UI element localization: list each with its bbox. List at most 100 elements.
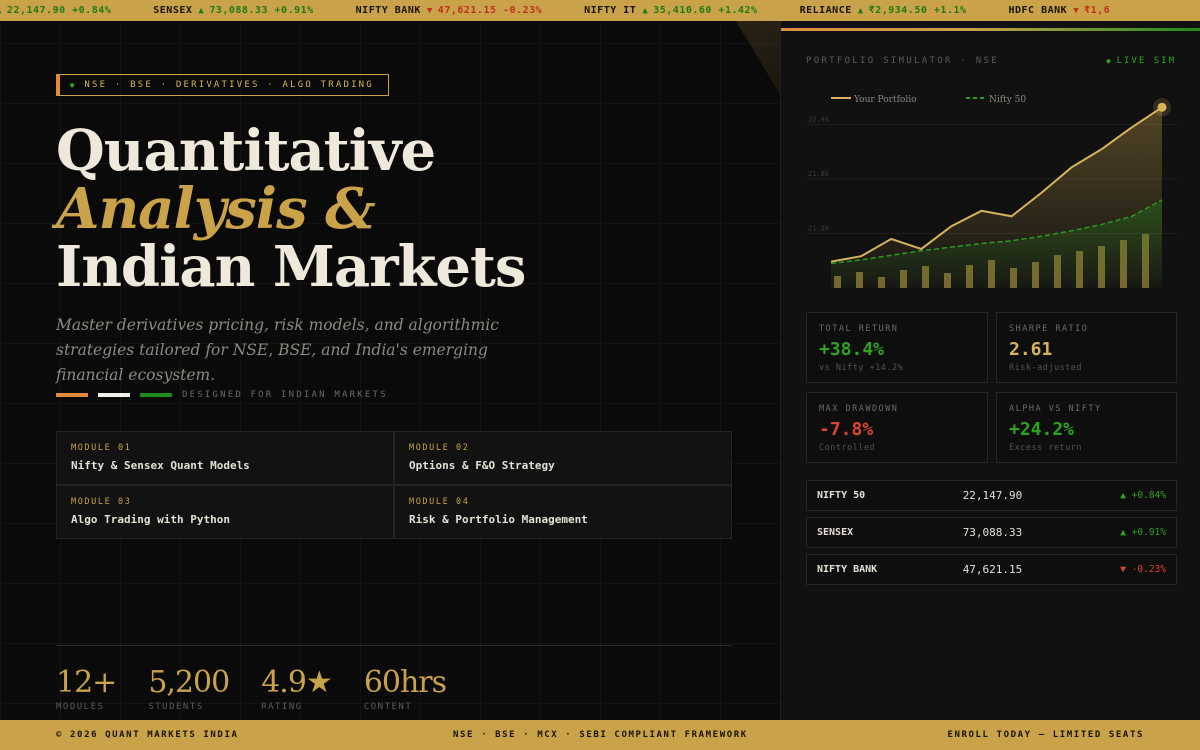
ticker-value: 73,088.33 <box>209 5 268 16</box>
india-flag-line: DESIGNED FOR INDIAN MARKETS <box>56 390 388 400</box>
ticker-value: ₹1,6 <box>1084 5 1111 16</box>
stat-value: 60hrs <box>363 665 447 700</box>
stat-label: CONTENT <box>363 702 413 712</box>
module-number: MODULE 02 <box>409 443 470 453</box>
legend-label: Your Portfolio <box>853 95 917 105</box>
decorative-diagonal <box>736 21 780 171</box>
ticker-change: -0.23% <box>503 5 543 16</box>
kpi-label: ALPHA VS NIFTY <box>1009 404 1102 414</box>
ticker-value: ₹2,934.50 <box>868 5 928 16</box>
kpi-value: +38.4% <box>819 339 885 360</box>
stat-label: STUDENTS <box>148 702 204 712</box>
stat-value: 12+ <box>56 665 117 700</box>
up-arrow-icon: ▲ <box>642 5 649 16</box>
index-row[interactable]: SENSEX 73,088.33 ▲ +0.91% <box>806 517 1177 548</box>
ticker-symbol: RELIANCE <box>799 5 852 16</box>
kpi-card: TOTAL RETURN +38.4% vs Nifty +14.2% <box>806 312 988 383</box>
kpi-value: 2.61 <box>1009 339 1053 360</box>
y-tick-label: 21.2k <box>808 225 830 233</box>
module-title: Options & F&O Strategy <box>409 459 555 472</box>
module-card[interactable]: MODULE 01 Nifty & Sensex Quant Models <box>56 431 394 485</box>
live-dot-icon: ● <box>1106 57 1113 65</box>
white-bar <box>98 393 130 397</box>
hero-title-line-3: Indian Markets <box>56 234 526 300</box>
index-change: ▲ +0.84% <box>1120 490 1166 501</box>
green-bar <box>140 393 172 397</box>
portfolio-chart: 22.4k 21.8k 21.2k Your Portfolio Nifty 50 <box>806 95 1178 288</box>
stat-item: 60hrs CONTENT <box>363 664 447 712</box>
tricolor-top-line <box>781 28 1200 31</box>
kpi-card: ALPHA VS NIFTY +24.2% Excess return <box>996 392 1177 463</box>
index-row[interactable]: NIFTY 50 22,147.90 ▲ +0.84% <box>806 480 1177 511</box>
stat-item: 5,200 STUDENTS <box>148 664 230 712</box>
flag-label: DESIGNED FOR INDIAN MARKETS <box>182 390 388 400</box>
hero-title-line-1: Quantitative <box>56 118 436 184</box>
stats-divider <box>56 645 732 646</box>
kpi-grid: TOTAL RETURN +38.4% vs Nifty +14.2% SHAR… <box>806 312 1177 463</box>
down-arrow-icon: ▼ <box>1073 5 1080 16</box>
up-arrow-icon: ▲ <box>198 5 205 16</box>
ticker-symbol: NIFTY BANK <box>355 5 421 16</box>
stat-item: 12+ MODULES <box>56 664 117 712</box>
kpi-card: SHARPE RATIO 2.61 Risk-adjusted <box>996 312 1177 383</box>
portfolio-simulator-panel: PORTFOLIO SIMULATOR · NSE ● LIVE SIM 22.4… <box>780 21 1200 720</box>
ticker-item: ▲ 22,147.90 +0.84% <box>0 5 111 16</box>
kpi-label: MAX DRAWDOWN <box>819 404 899 414</box>
index-change: ▲ +0.91% <box>1120 527 1166 538</box>
stat-label: RATING <box>261 702 303 712</box>
ticker-item: RELIANCE ▲ ₹2,934.50 +1.1% <box>800 5 967 16</box>
stat-label: MODULES <box>56 702 105 712</box>
kpi-sub: Controlled <box>819 443 876 453</box>
ticker-symbol: HDFC BANK <box>1008 5 1068 16</box>
y-tick-label: 22.4k <box>808 116 830 124</box>
module-title: Risk & Portfolio Management <box>409 513 588 526</box>
ticker-item: SENSEX ▲ 73,088.33 +0.91% <box>153 5 313 16</box>
kpi-value: +24.2% <box>1009 419 1075 440</box>
footer-enroll-link[interactable]: ENROLL TODAY — LIMITED SEATS <box>947 730 1144 740</box>
saffron-bar <box>56 393 88 397</box>
kpi-value: -7.8% <box>819 419 874 440</box>
stat-value: 4.9★ <box>261 665 333 700</box>
y-tick-label: 21.8k <box>808 170 830 178</box>
ticker-item: NIFTY BANK ▼ 47,621.15 -0.23% <box>356 5 542 16</box>
stat-item: 4.9★ RATING <box>261 664 333 712</box>
index-row[interactable]: NIFTY BANK 47,621.15 ▼ -0.23% <box>806 554 1177 585</box>
footer-bar: © 2026 QUANT MARKETS INDIA NSE · BSE · M… <box>0 720 1200 750</box>
kpi-card: MAX DRAWDOWN -7.8% Controlled <box>806 392 988 463</box>
ticker-value: 35,410.60 <box>653 5 712 16</box>
hero-title: Quantitative Analysis & Indian Markets <box>56 118 526 300</box>
ticker-item: HDFC BANK ▼ ₹1,6 <box>1009 5 1111 16</box>
ticker-track: ▲ 22,147.90 +0.84% SENSEX ▲ 73,088.33 +0.91… <box>0 0 1152 21</box>
module-card[interactable]: MODULE 03 Algo Trading with Python <box>56 485 394 539</box>
footer-copyright: © 2026 QUANT MARKETS INDIA <box>56 730 239 740</box>
up-arrow-icon: ▲ <box>857 5 864 16</box>
index-change: ▼ -0.23% <box>1120 564 1166 575</box>
panel-label: PORTFOLIO SIMULATOR · NSE <box>806 56 999 66</box>
tagline-text: NSE · BSE · DERIVATIVES · ALGO TRADING <box>84 80 374 90</box>
ticker-symbol: NIFTY IT <box>584 5 637 16</box>
hero-subtitle: Master derivatives pricing, risk models,… <box>56 316 499 384</box>
live-sim-label: LIVE SIM <box>1116 56 1176 66</box>
module-title: Nifty & Sensex Quant Models <box>71 459 250 472</box>
ticker-symbol: SENSEX <box>153 5 193 16</box>
kpi-sub: Excess return <box>1009 443 1083 453</box>
hero-tagline: ● NSE · BSE · DERIVATIVES · ALGO TRADING <box>56 74 389 96</box>
ticker-value: 22,147.90 <box>6 5 66 16</box>
module-title: Algo Trading with Python <box>71 513 230 526</box>
hero-title-line-2: Analysis & <box>56 176 376 242</box>
kpi-label: TOTAL RETURN <box>819 324 899 334</box>
down-arrow-icon: ▼ <box>426 5 433 16</box>
kpi-sub: vs Nifty +14.2% <box>819 363 904 373</box>
ticker-change: +1.42% <box>718 5 758 16</box>
endpoint-marker <box>1157 102 1167 112</box>
ticker-item: NIFTY IT ▲ 35,410.60 +1.42% <box>584 5 757 16</box>
stats-row: 12+ MODULES 5,200 STUDENTS 4.9★ RATING 6… <box>56 664 478 712</box>
module-card[interactable]: MODULE 04 Risk & Portfolio Management <box>394 485 732 539</box>
legend-label: Nifty 50 <box>989 95 1026 105</box>
stat-value: 5,200 <box>148 665 230 700</box>
module-number: MODULE 01 <box>71 443 132 453</box>
module-number: MODULE 04 <box>409 497 470 507</box>
live-sim-indicator: ● LIVE SIM <box>1106 56 1176 66</box>
module-card[interactable]: MODULE 02 Options & F&O Strategy <box>394 431 732 485</box>
ticker-change: +0.91% <box>274 5 314 16</box>
